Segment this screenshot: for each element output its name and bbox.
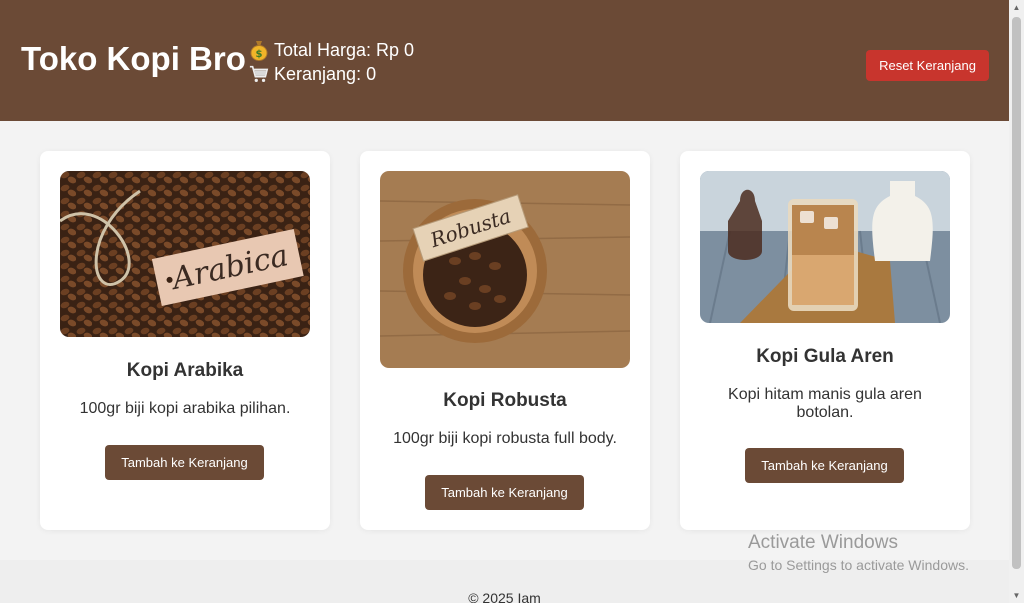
copyright-text: © 2025 Iam [468,590,541,603]
add-to-cart-button[interactable]: Tambah ke Keranjang [105,445,264,480]
cart-count-label: Keranjang: 0 [274,64,377,84]
product-title: Kopi Arabika [126,360,244,381]
product-image-robusta: Robusta [380,171,630,368]
product-card-gula-aren: Kopi Gula Aren Kopi hitam manis gula are… [680,151,970,530]
product-card-arabika: Arabica Kopi Arabika 100gr biji kopi ara… [40,151,330,530]
product-description: 100gr biji kopi arabika pilihan. [79,400,291,417]
add-to-cart-button[interactable]: Tambah ke Keranjang [425,475,584,510]
product-title: Kopi Robusta [443,390,567,411]
cart-summary: $ Total Harga: Rp 0 Keranjang: 0 [249,38,414,86]
watermark-subtitle: Go to Settings to activate Windows. [748,557,969,573]
product-description: 100gr biji kopi robusta full body. [393,430,617,447]
product-image-arabika: Arabica [60,171,310,337]
scroll-up-arrow-icon[interactable]: ▲ [1009,0,1024,15]
windows-activation-watermark: Activate Windows Go to Settings to activ… [748,532,969,573]
cart-count: Keranjang: 0 [249,62,414,86]
svg-text:$: $ [256,49,263,60]
brand-title: Toko Kopi Bro [21,40,246,77]
total-price: $ Total Harga: Rp 0 [249,38,414,62]
product-description: Kopi hitam manis gula aren botolan. [728,386,922,421]
product-title: Kopi Gula Aren [756,346,894,367]
scroll-down-arrow-icon[interactable]: ▼ [1009,588,1024,603]
page: Toko Kopi Bro $ Total Harga: Rp 0 Keranj… [0,0,1009,603]
reset-cart-button[interactable]: Reset Keranjang [866,50,989,81]
site-header: Toko Kopi Bro $ Total Harga: Rp 0 Keranj… [0,0,1009,121]
money-bag-icon: $ [249,40,269,61]
shopping-cart-icon [249,64,269,84]
watermark-title: Activate Windows [748,532,898,553]
add-to-cart-button[interactable]: Tambah ke Keranjang [745,448,904,483]
product-image-gula-aren [700,171,950,323]
total-price-label: Total Harga: Rp 0 [274,40,415,60]
product-card-robusta: Robusta Kopi Robusta 100gr biji kopi rob… [360,151,650,530]
scrollbar-thumb[interactable] [1012,17,1021,569]
vertical-scrollbar[interactable]: ▲ ▼ [1009,0,1024,603]
